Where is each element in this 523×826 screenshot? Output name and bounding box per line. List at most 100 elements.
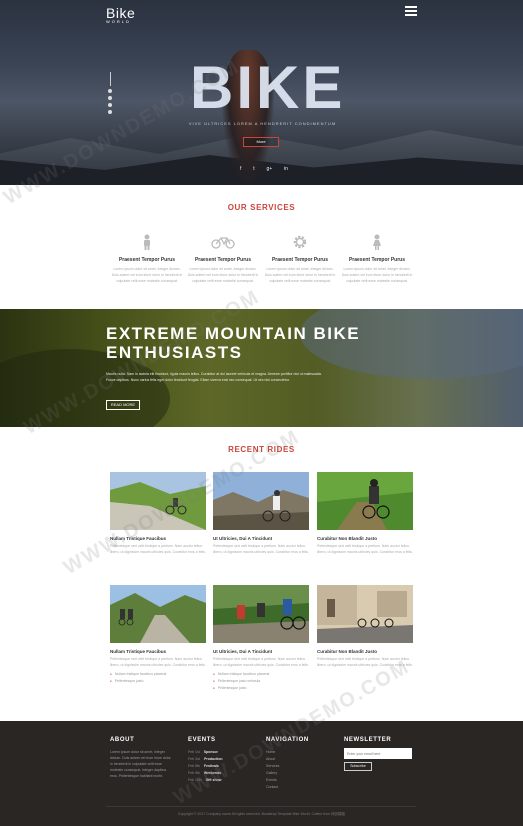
footer-navigation: NAVIGATION Home About Services Gallery E… [266, 737, 309, 791]
banner-title: EXTREME MOUNTAIN BIKE ENTHUSIASTS [106, 324, 361, 362]
ride-text: Pellentesque sed velit tristique a preti… [110, 657, 206, 667]
twitter-icon[interactable]: t [253, 166, 254, 172]
person-icon [110, 232, 184, 252]
event-date: Feb 5th [188, 764, 200, 768]
ride-photo[interactable] [317, 472, 413, 530]
ride-card: Ut Ultricies, Dui A Tincidunt Pellentesq… [213, 585, 309, 692]
newsletter-email-input[interactable] [344, 748, 412, 759]
ride-photo[interactable] [317, 585, 413, 643]
copyright-text: Copyright © 2017 Company name All rights… [177, 812, 346, 816]
event-date: Feb 3rd [188, 757, 201, 761]
ride-bullets: Nullam tristique faucibus placerat Pelle… [110, 671, 206, 685]
subscribe-button[interactable]: Subscribe [344, 762, 372, 771]
hero-title: BIKE [190, 54, 346, 121]
footer-nav-link[interactable]: About [266, 756, 309, 763]
footer-nav-link[interactable]: Gallery [266, 770, 309, 777]
service-text: Lorem ipsum dolor sit amet, integer dict… [111, 267, 183, 283]
ride-title[interactable]: Nullam Tristique Faucibus [110, 649, 206, 654]
more-button[interactable]: More [243, 137, 279, 147]
about-text: Lorem ipsum dolor sit amet, integer dict… [110, 750, 171, 778]
event-name: Sponsor [203, 750, 218, 754]
hamburger-icon[interactable] [405, 6, 417, 16]
newsletter-title: NEWSLETTER [344, 737, 392, 743]
service-text: Lorem ipsum dolor sit amet, integer dict… [187, 267, 259, 283]
google-plus-icon[interactable]: g+ [267, 166, 273, 172]
site-logo[interactable]: Bike WORLD [106, 5, 135, 24]
bullet-item: Pellentesque justo vehicula [213, 678, 309, 685]
services-title: OUR SERVICES [227, 203, 296, 212]
bullet-item: Nullam tristique faucibus placerat [213, 671, 309, 678]
event-item[interactable]: Feb 5th Festivals [188, 763, 223, 770]
navigation-title: NAVIGATION [266, 737, 309, 743]
footer-nav-link[interactable]: Events [266, 777, 309, 784]
service-title: Praesent Tempor Purus [348, 257, 406, 263]
service-item: Praesent Tempor Purus Lorem ipsum dolor … [340, 232, 414, 284]
logo-sub: WORLD [106, 19, 131, 24]
banner-text: Mauris nulla. Nam in lacinia elit tincid… [106, 372, 322, 382]
slider-pagination [108, 72, 114, 114]
service-item: Praesent Tempor Purus Lorem ipsum dolor … [263, 232, 337, 284]
ride-text: Pellentesque sed velit tristique a preti… [213, 657, 309, 667]
service-text: Lorem ipsum dolor sit amet, integer dict… [341, 267, 413, 283]
service-title: Praesent Tempor Purus [271, 257, 329, 263]
read-more-button[interactable]: READ MORE [106, 400, 140, 410]
ride-photo[interactable] [110, 472, 206, 530]
ride-photo[interactable] [110, 585, 206, 643]
event-date: Feb 9th [188, 771, 200, 775]
ride-card: Ut Ultricies, Dui A Tincidunt Pellentesq… [213, 472, 309, 555]
service-item: Praesent Tempor Purus Lorem ipsum dolor … [110, 232, 184, 284]
ride-title[interactable]: Nullam Tristique Faucibus [110, 536, 206, 541]
ride-title[interactable]: Ut Ultricies, Dui A Tincidunt [213, 536, 309, 541]
person-icon [340, 232, 414, 252]
service-text: Lorem ipsum dolor sit amet, integer dict… [264, 267, 336, 283]
bullet-item: Nullam tristique faucibus placerat [110, 671, 206, 678]
event-name: Weekends [203, 771, 222, 775]
footer-nav-link[interactable]: Home [266, 749, 309, 756]
footer-newsletter: NEWSLETTER Subscribe [344, 737, 412, 771]
service-title: Praesent Tempor Purus [118, 257, 176, 263]
bullet-item: Pellentesque justo [213, 685, 309, 692]
ride-card: Curabitur Non Blandit Justo Pellentesque… [317, 472, 413, 555]
event-name: Festivals [203, 764, 219, 768]
ride-text: Pellentesque sed velit tristique a preti… [110, 544, 206, 554]
slider-line [110, 72, 111, 86]
linkedin-icon[interactable]: in [284, 166, 288, 172]
event-item[interactable]: Feb 11th Gift show [188, 777, 223, 784]
event-name: Gift show [205, 778, 222, 782]
ride-text: Pellentesque sed velit tristique a preti… [213, 544, 309, 554]
slider-dot[interactable] [108, 89, 112, 93]
service-item: Praesent Tempor Purus Lorem ipsum dolor … [186, 232, 260, 284]
service-title: Praesent Tempor Purus [194, 257, 252, 263]
bullet-item: Pellentesque justo [110, 678, 206, 685]
event-date: Feb 11th [188, 778, 202, 782]
ride-title[interactable]: Curabitur Non Blandit Justo [317, 536, 413, 541]
footer-events: EVENTS Feb 1st Sponsor Feb 3rd Production … [188, 737, 223, 784]
bicycle-icon [186, 232, 260, 252]
ride-title[interactable]: Curabitur Non Blandit Justo [317, 649, 413, 654]
ride-text: Pellentesque sed velit tristique a preti… [317, 544, 413, 554]
about-title: ABOUT [110, 737, 135, 743]
slider-dot[interactable] [108, 110, 112, 114]
ride-photo[interactable] [213, 472, 309, 530]
ride-card: Nullam Tristique Faucibus Pellentesque s… [110, 585, 206, 685]
footer-nav-link[interactable]: Services [266, 763, 309, 770]
footer [0, 721, 523, 826]
event-item[interactable]: Feb 9th Weekends [188, 770, 223, 777]
events-title: EVENTS [188, 737, 216, 743]
ride-bullets: Nullam tristique faucibus placerat Pelle… [213, 671, 309, 692]
ride-photo[interactable] [213, 585, 309, 643]
social-links: f t g+ in [240, 166, 288, 172]
ride-card: Nullam Tristique Faucibus Pellentesque s… [110, 472, 206, 555]
facebook-icon[interactable]: f [240, 166, 241, 172]
footer-nav-link[interactable]: Contact [266, 784, 309, 791]
event-item[interactable]: Feb 1st Sponsor [188, 749, 223, 756]
footer-divider [106, 806, 416, 807]
slider-dot[interactable] [108, 96, 112, 100]
event-item[interactable]: Feb 3rd Production [188, 756, 223, 763]
ride-text: Pellentesque sed velit tristique a preti… [317, 657, 413, 667]
ride-title[interactable]: Ut Ultricies, Dui A Tincidunt [213, 649, 309, 654]
slider-dot[interactable] [108, 103, 112, 107]
event-date: Feb 1st [188, 750, 200, 754]
rides-title: RECENT RIDES [228, 445, 295, 454]
event-name: Production [204, 757, 223, 761]
